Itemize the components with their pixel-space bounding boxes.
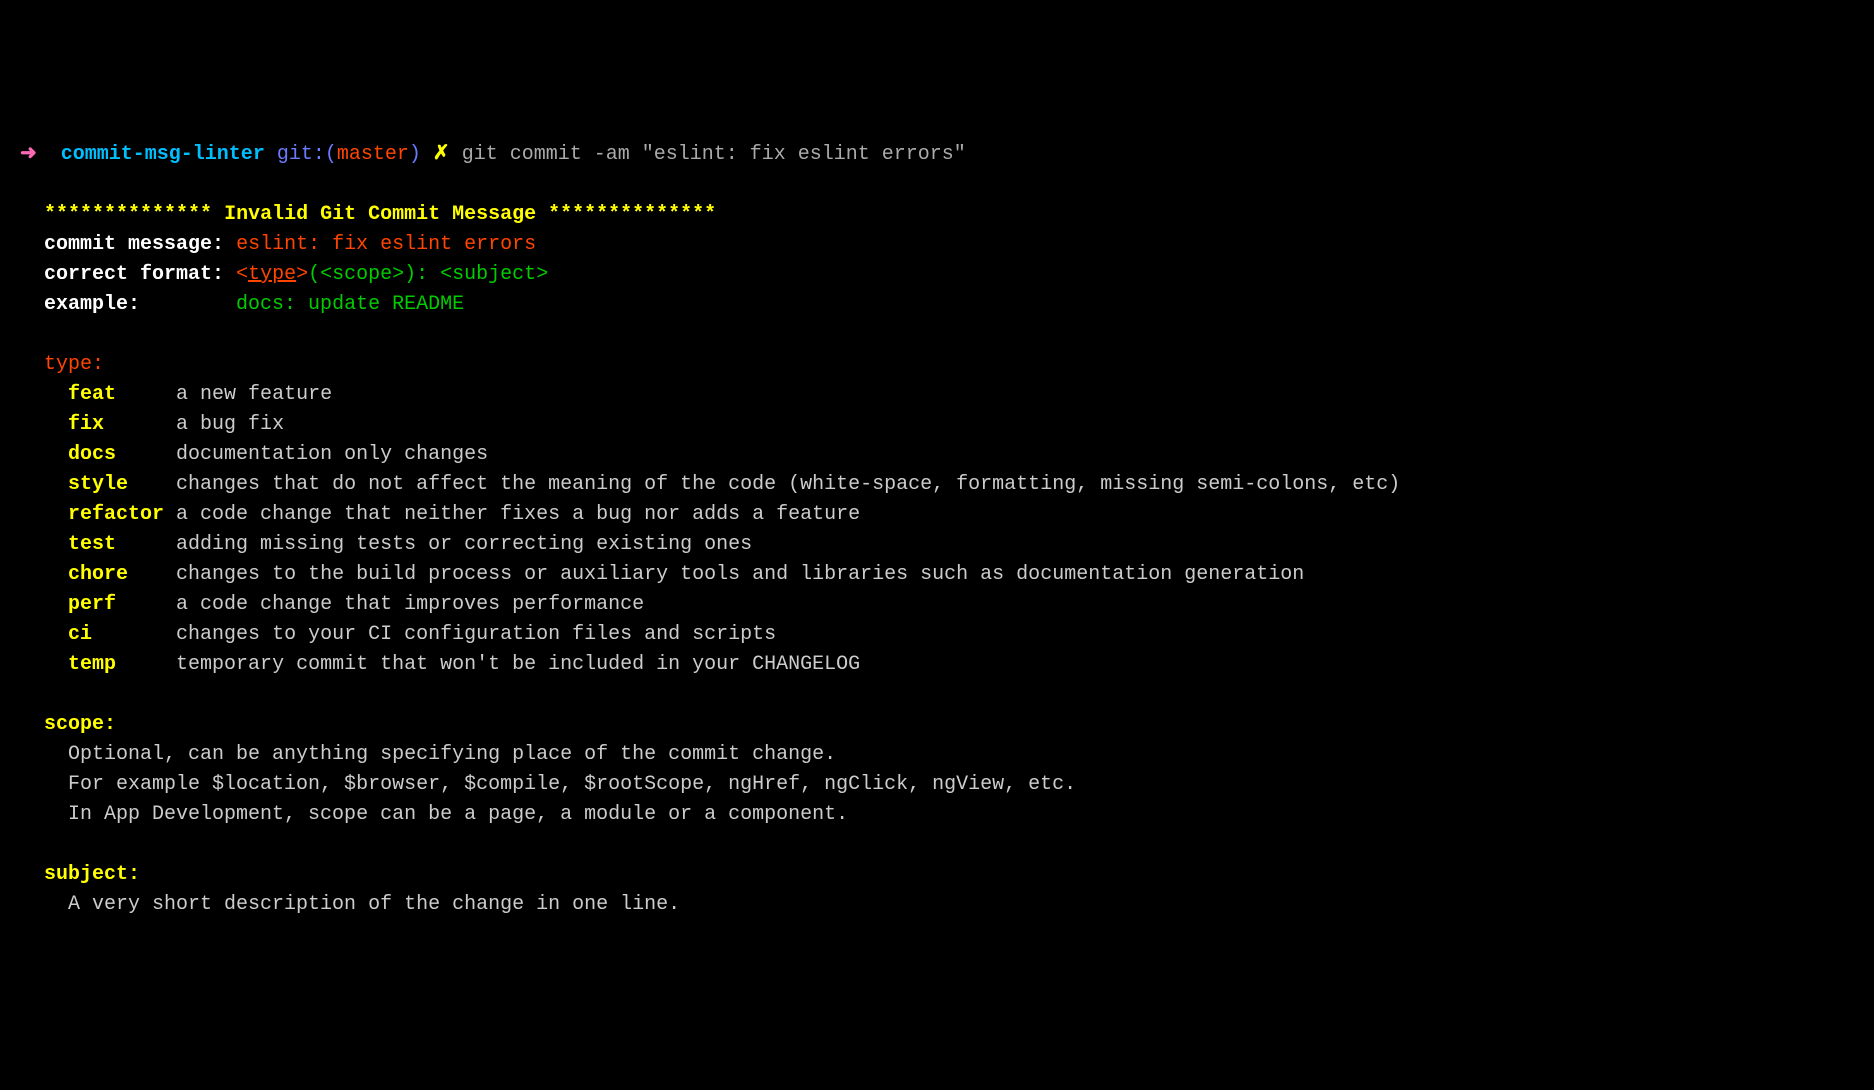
paren-open: ( xyxy=(325,143,337,166)
git-label: git: xyxy=(277,143,325,166)
error-title: Invalid Git Commit Message xyxy=(224,203,536,226)
scope-section-header: scope: xyxy=(44,713,116,736)
correct-format-label: correct format: xyxy=(44,263,224,286)
fmt-type-word: type xyxy=(248,263,296,286)
type-name-style: style xyxy=(68,473,128,496)
commit-message-label: commit message: xyxy=(44,233,224,256)
type-name-test: test xyxy=(68,533,116,556)
dirty-indicator-icon: ✗ xyxy=(433,143,450,166)
type-name-docs: docs xyxy=(68,443,116,466)
prompt-arrow-icon: ➜ xyxy=(20,143,37,166)
subject-section-header: subject: xyxy=(44,863,140,886)
commit-message-value: eslint: fix eslint errors xyxy=(236,233,536,256)
type-name-ci: ci xyxy=(68,623,92,646)
fmt-paren-close: ) xyxy=(404,263,416,286)
project-name: commit-msg-linter xyxy=(61,143,265,166)
scope-line-0: Optional, can be anything specifying pla… xyxy=(68,743,836,766)
type-desc-fix: a bug fix xyxy=(176,413,284,436)
type-desc-ci: changes to your CI configuration files a… xyxy=(176,623,776,646)
example-value: docs: update README xyxy=(236,293,464,316)
type-desc-refactor: a code change that neither fixes a bug n… xyxy=(176,503,860,526)
type-desc-feat: a new feature xyxy=(176,383,332,406)
git-branch: master xyxy=(337,143,409,166)
command-text: git commit -am "eslint: fix eslint error… xyxy=(462,143,966,166)
fmt-subject: <subject> xyxy=(440,263,548,286)
scope-line-1: For example $location, $browser, $compil… xyxy=(68,773,1076,796)
example-label: example: xyxy=(44,293,140,316)
type-name-perf: perf xyxy=(68,593,116,616)
type-desc-chore: changes to the build process or auxiliar… xyxy=(176,563,1304,586)
terminal-output: ➜ commit-msg-linter git:(master) ✗ git c… xyxy=(20,140,1854,920)
type-name-chore: chore xyxy=(68,563,128,586)
fmt-type-open: < xyxy=(236,263,248,286)
fmt-type-close: > xyxy=(296,263,308,286)
type-desc-temp: temporary commit that won't be included … xyxy=(176,653,860,676)
type-desc-style: changes that do not affect the meaning o… xyxy=(176,473,1400,496)
stars-close: ************** xyxy=(548,203,716,226)
type-name-refactor: refactor xyxy=(68,503,164,526)
scope-line-2: In App Development, scope can be a page,… xyxy=(68,803,848,826)
type-name-temp: temp xyxy=(68,653,116,676)
paren-close: ) xyxy=(409,143,421,166)
type-name-feat: feat xyxy=(68,383,116,406)
fmt-colon: : xyxy=(416,263,440,286)
type-desc-test: adding missing tests or correcting exist… xyxy=(176,533,752,556)
stars-open: ************** xyxy=(44,203,212,226)
fmt-scope: <scope> xyxy=(320,263,404,286)
type-section-header: type: xyxy=(44,353,104,376)
type-desc-docs: documentation only changes xyxy=(176,443,488,466)
type-desc-perf: a code change that improves performance xyxy=(176,593,644,616)
subject-line-0: A very short description of the change i… xyxy=(68,893,680,916)
type-name-fix: fix xyxy=(68,413,104,436)
fmt-paren-open: ( xyxy=(308,263,320,286)
